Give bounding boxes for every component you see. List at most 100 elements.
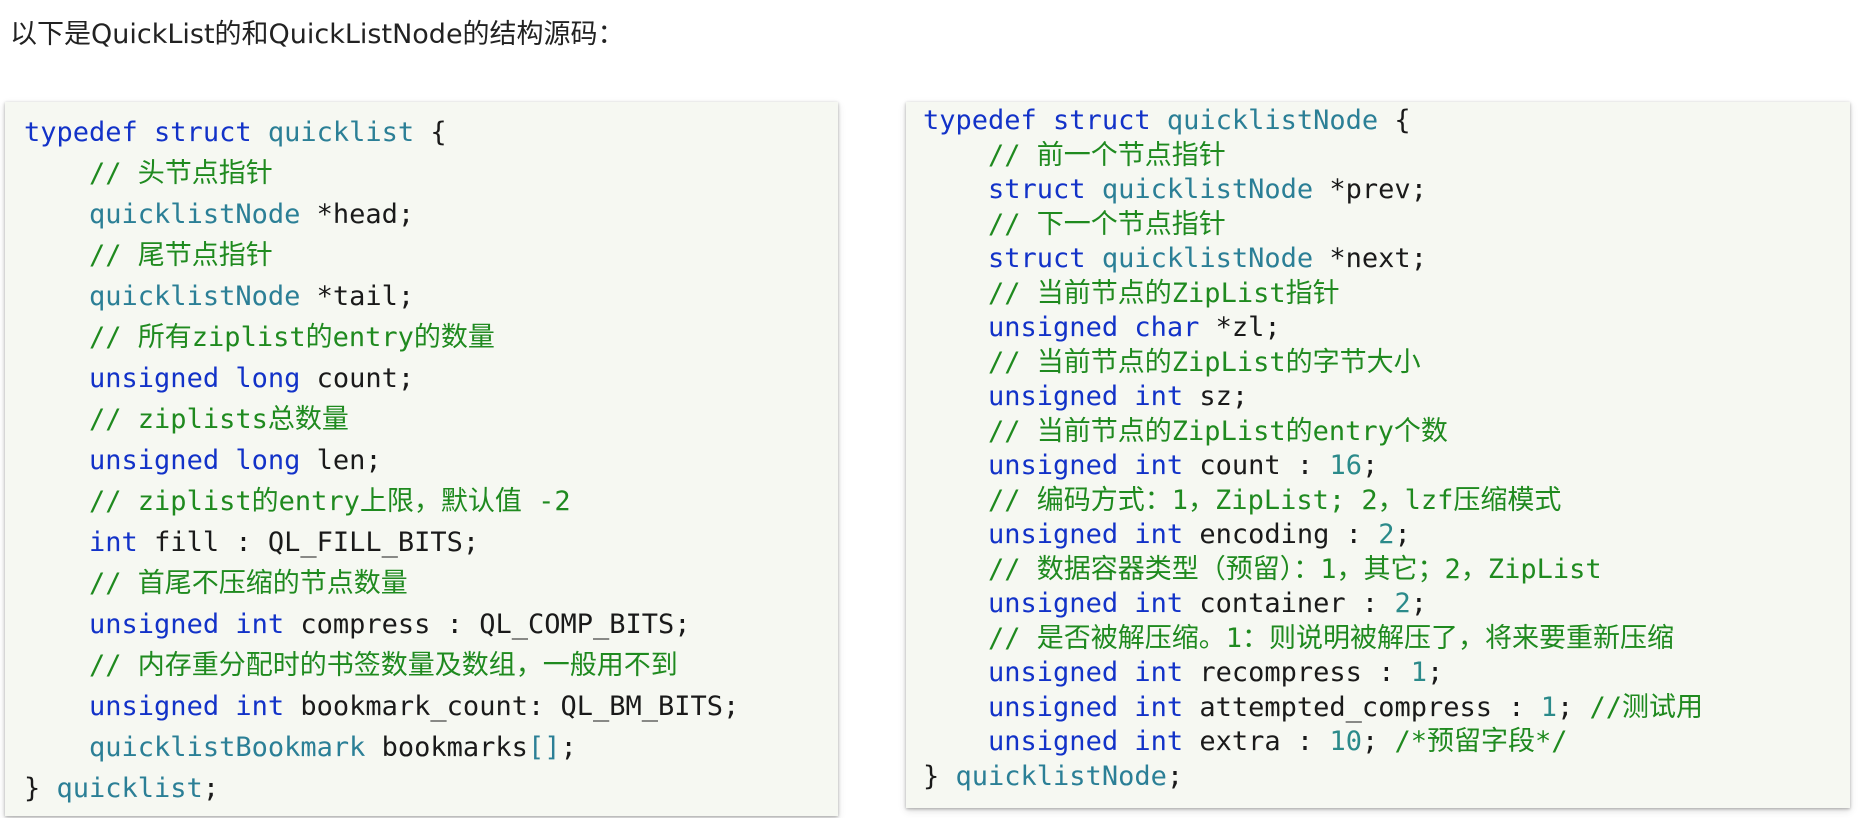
code-token-kw: int bbox=[235, 609, 285, 640]
code-line: // 尾节点指针 bbox=[24, 235, 838, 276]
code-line: quicklistNode *head; bbox=[24, 194, 838, 235]
code-token-comment: // 当前节点的ZipList的entry个数 bbox=[988, 415, 1448, 447]
code-line: quicklistNode *tail; bbox=[24, 276, 838, 317]
code-token-plain: { bbox=[414, 117, 447, 148]
code-token-kw: int bbox=[1134, 450, 1184, 481]
code-line: unsigned char *zl; bbox=[923, 311, 1850, 346]
code-token-comment: // 前一个节点指针 bbox=[988, 139, 1226, 171]
code-token-kw: int bbox=[89, 527, 138, 558]
code-line: // 下一个节点指针 bbox=[923, 208, 1850, 243]
code-line: // 编码方式：1，ZipList; 2，lzf压缩模式 bbox=[923, 484, 1850, 519]
code-token-kw: int bbox=[1134, 519, 1184, 550]
code-token-comment: // ziplist的entry上限，默认值 -2 bbox=[89, 486, 571, 517]
code-block-quicklist: typedef struct quicklist { // 头节点指针 quic… bbox=[5, 102, 838, 816]
code-token-type: quicklistBookmark bbox=[89, 732, 366, 763]
code-token-plain: ; bbox=[1166, 760, 1184, 792]
code-token-plain: ; bbox=[1426, 657, 1444, 688]
code-token-kw: int bbox=[1134, 588, 1184, 619]
code-token-type: quicklistNode bbox=[1101, 174, 1314, 205]
code-token-comment: // 所有ziplist的entry的数量 bbox=[89, 322, 495, 353]
code-token-kw: unsigned bbox=[988, 726, 1135, 757]
code-token-plain: extra : bbox=[1183, 726, 1330, 757]
code-token-kw: unsigned bbox=[89, 363, 236, 394]
code-line: unsigned long len; bbox=[24, 440, 838, 481]
code-line: // 内存重分配时的书签数量及数组，一般用不到 bbox=[24, 645, 838, 686]
code-token-kw: unsigned bbox=[988, 657, 1135, 688]
code-line: typedef struct quicklistNode { bbox=[923, 104, 1850, 139]
code-token-comment: // 是否被解压缩。1：则说明被解压了，将来要重新压缩 bbox=[988, 622, 1675, 654]
code-token-plain: encoding : bbox=[1183, 519, 1379, 550]
code-token-plain: container : bbox=[1183, 588, 1395, 619]
code-token-comment: // 下一个节点指针 bbox=[988, 208, 1226, 240]
code-line: int fill : QL_FILL_BITS; bbox=[24, 522, 838, 563]
code-line: // 当前节点的ZipList的字节大小 bbox=[923, 346, 1850, 381]
code-line: } quicklistNode; bbox=[923, 760, 1850, 795]
code-line: unsigned int count : 16; bbox=[923, 449, 1850, 484]
code-token-kw: long bbox=[235, 363, 301, 394]
code-token-kw: unsigned bbox=[988, 312, 1135, 343]
code-token-num: 1 bbox=[1540, 691, 1558, 723]
code-token-comment: // 当前节点的ZipList指针 bbox=[988, 277, 1340, 309]
code-line: unsigned int container : 2; bbox=[923, 587, 1850, 622]
code-token-plain: attempted_compress : bbox=[1183, 691, 1541, 723]
code-token-kw: struct bbox=[988, 243, 1102, 274]
code-line: // 前一个节点指针 bbox=[923, 139, 1850, 174]
code-token-plain: count : bbox=[1183, 450, 1330, 481]
code-token-plain: bookmark_count: QL_BM_BITS; bbox=[284, 691, 740, 722]
code-token-kw: unsigned bbox=[988, 691, 1135, 723]
code-token-type: quicklistNode bbox=[1166, 105, 1379, 136]
code-token-type: quicklist bbox=[56, 773, 203, 804]
code-token-kw: typedef bbox=[24, 117, 155, 148]
code-line: unsigned int extra : 10; /*预留字段*/ bbox=[923, 725, 1850, 760]
code-token-plain: ; bbox=[1361, 450, 1379, 481]
code-token-comment: // 数据容器类型（预留）：1，其它；2，ZipList bbox=[988, 553, 1602, 585]
code-token-kw: int bbox=[1134, 381, 1184, 412]
code-token-kw: unsigned bbox=[89, 609, 236, 640]
code-token-bracket: [] bbox=[527, 732, 561, 763]
code-token-plain: bookmarks bbox=[365, 732, 528, 763]
code-token-kw: long bbox=[235, 445, 301, 476]
code-token-kw: int bbox=[1134, 726, 1184, 757]
code-token-type: quicklistNode bbox=[955, 760, 1167, 792]
code-token-num: 2 bbox=[1378, 519, 1395, 550]
code-token-comment: // 当前节点的ZipList的字节大小 bbox=[988, 346, 1421, 378]
code-token-kw: struct bbox=[154, 117, 268, 148]
code-line: // 数据容器类型（预留）：1，其它；2，ZipList bbox=[923, 553, 1850, 588]
code-token-type: quicklistNode bbox=[1101, 243, 1314, 274]
code-token-kw: int bbox=[1134, 691, 1184, 723]
code-line: } quicklist; bbox=[24, 768, 838, 809]
code-token-plain: ; bbox=[1394, 519, 1411, 550]
code-token-kw: unsigned bbox=[988, 381, 1135, 412]
code-token-kw: unsigned bbox=[988, 519, 1135, 550]
code-token-kw: int bbox=[1134, 657, 1184, 688]
code-line: // 当前节点的ZipList指针 bbox=[923, 277, 1850, 312]
code-line: // 是否被解压缩。1：则说明被解压了，将来要重新压缩 bbox=[923, 622, 1850, 657]
code-token-plain: } bbox=[923, 760, 956, 792]
code-line: // 首尾不压缩的节点数量 bbox=[24, 563, 838, 604]
code-token-plain: } bbox=[24, 773, 57, 804]
code-line: unsigned int encoding : 2; bbox=[923, 518, 1850, 553]
code-token-kw: int bbox=[235, 691, 285, 722]
